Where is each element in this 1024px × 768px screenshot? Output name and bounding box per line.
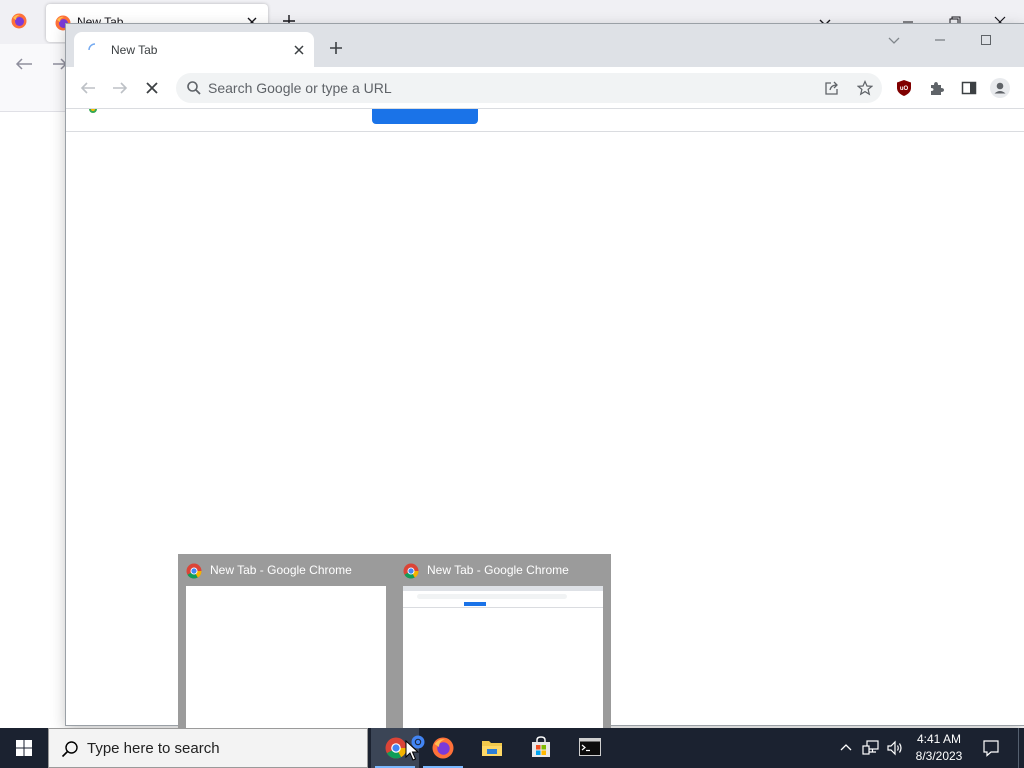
start-button[interactable] bbox=[0, 728, 48, 768]
plus-icon[interactable] bbox=[328, 40, 344, 56]
chrome-icon bbox=[186, 563, 202, 579]
forward-arrow-icon[interactable] bbox=[112, 80, 128, 96]
chrome-icon bbox=[385, 737, 407, 759]
file-explorer-icon bbox=[482, 741, 502, 756]
minimize-icon[interactable] bbox=[932, 32, 948, 48]
window-thumbnail[interactable]: New Tab - Google Chrome bbox=[178, 554, 395, 736]
thumbnail-button bbox=[464, 602, 486, 606]
thumbnail-preview bbox=[403, 586, 603, 728]
taskbar-app-file-explorer[interactable] bbox=[468, 728, 516, 768]
close-icon[interactable] bbox=[291, 42, 307, 58]
puzzle-piece-icon[interactable] bbox=[929, 80, 945, 96]
share-icon[interactable] bbox=[824, 80, 840, 96]
clock-date: 8/3/2023 bbox=[915, 749, 963, 763]
windows-logo-icon bbox=[16, 740, 32, 756]
omnibox[interactable] bbox=[176, 73, 882, 103]
chrome-tab-title: New Tab bbox=[111, 43, 158, 57]
thumbnail-tabstrip bbox=[403, 586, 603, 591]
windows-taskbar: 4:41 AM 8/3/2023 bbox=[0, 728, 1024, 768]
chrome-tab-strip: New Tab bbox=[66, 24, 1024, 67]
clock-time: 4:41 AM bbox=[916, 732, 962, 746]
profile-avatar-icon[interactable] bbox=[990, 78, 1010, 98]
taskbar-search-box[interactable] bbox=[48, 728, 368, 768]
thumbnail-title: New Tab - Google Chrome bbox=[210, 563, 352, 577]
system-clock[interactable]: 4:41 AM 8/3/2023 bbox=[906, 731, 972, 765]
loading-spinner-icon bbox=[88, 43, 96, 51]
maximize-icon[interactable] bbox=[978, 32, 994, 48]
window-thumbnail[interactable]: New Tab - Google Chrome bbox=[395, 554, 612, 736]
side-panel-icon[interactable] bbox=[961, 80, 977, 96]
thumbnail-preview bbox=[186, 586, 386, 728]
search-icon bbox=[187, 81, 201, 95]
notification-center-icon[interactable] bbox=[982, 739, 1000, 757]
chevron-down-icon[interactable] bbox=[886, 32, 902, 48]
search-icon bbox=[61, 741, 78, 758]
thumbnail-omnibox bbox=[417, 594, 567, 599]
taskbar-search-input[interactable] bbox=[87, 729, 357, 767]
taskbar-app-terminal[interactable] bbox=[566, 728, 614, 768]
firefox-icon bbox=[432, 737, 454, 759]
chevron-up-icon[interactable] bbox=[838, 740, 854, 756]
back-arrow-icon[interactable] bbox=[80, 80, 96, 96]
chrome-toolbar: uO bbox=[66, 67, 1024, 109]
chrome-icon bbox=[89, 109, 97, 113]
microsoft-store-icon bbox=[532, 736, 550, 757]
mouse-cursor-icon bbox=[405, 740, 419, 761]
taskbar-app-firefox[interactable] bbox=[419, 728, 467, 768]
svg-text:uO: uO bbox=[900, 86, 909, 92]
firefox-icon[interactable] bbox=[11, 13, 27, 29]
show-desktop-button[interactable] bbox=[1018, 728, 1024, 768]
back-arrow-icon[interactable] bbox=[14, 56, 34, 72]
thumbnail-divider bbox=[403, 607, 603, 608]
ublock-origin-icon[interactable]: uO bbox=[896, 79, 912, 97]
default-browser-infobar bbox=[66, 109, 1024, 132]
chrome-tab-new-tab[interactable]: New Tab bbox=[74, 32, 314, 67]
volume-icon[interactable] bbox=[886, 739, 904, 757]
omnibox-input[interactable] bbox=[208, 73, 798, 103]
thumbnail-title: New Tab - Google Chrome bbox=[427, 563, 569, 577]
star-icon[interactable] bbox=[857, 80, 873, 96]
terminal-icon bbox=[579, 738, 601, 756]
network-icon[interactable] bbox=[862, 739, 880, 757]
chrome-icon bbox=[403, 563, 419, 579]
set-as-default-button[interactable] bbox=[372, 109, 478, 124]
taskbar-app-microsoft-store[interactable] bbox=[517, 728, 565, 768]
stop-loading-icon[interactable] bbox=[144, 80, 160, 96]
taskbar-thumbnail-popup: New Tab - Google Chrome New Tab - Google… bbox=[178, 554, 611, 736]
